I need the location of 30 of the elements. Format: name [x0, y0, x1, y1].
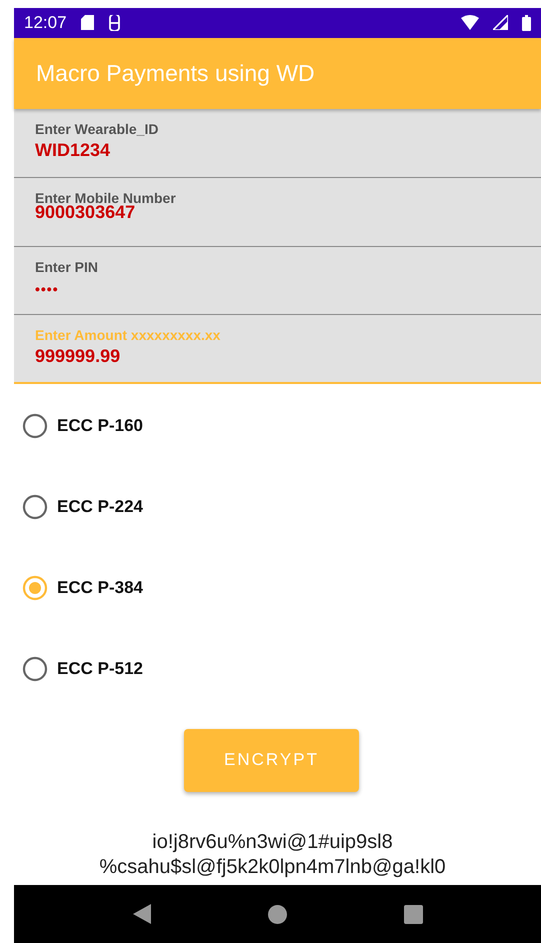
- radio-button[interactable]: [22, 494, 48, 520]
- back-icon[interactable]: [132, 904, 150, 924]
- field-label: Enter Wearable_ID: [35, 121, 160, 138]
- status-time: 12:07: [24, 12, 67, 33]
- radio-label[interactable]: ECC P-160: [57, 412, 143, 439]
- radio-button[interactable]: [22, 574, 48, 601]
- radio-button[interactable]: [22, 656, 48, 682]
- app-title: Macro Payments using WD: [36, 60, 315, 88]
- field-value: WID1234: [35, 140, 112, 162]
- input-field[interactable]: Enter PIN ••••: [14, 246, 541, 316]
- input-field[interactable]: Enter Amount xxxxxxxxx.xx 999999.99: [14, 315, 541, 384]
- radio-button[interactable]: [22, 412, 48, 439]
- battery-icon: [522, 14, 531, 31]
- sd-card-icon: [80, 15, 94, 30]
- cipher-text: io!j8rv6u%n3wi@1#uip9sl8: [152, 830, 393, 855]
- field-label: Enter PIN: [35, 258, 100, 275]
- radio-label[interactable]: ECC P-384: [57, 574, 143, 601]
- cipher-text: %csahu$sl@fj5k2k0lpn4m7lnb@ga!kl0: [99, 854, 446, 880]
- radio-label[interactable]: ECC P-224: [57, 494, 143, 520]
- input-field[interactable]: Enter Mobile Number 9000303647: [14, 178, 541, 247]
- radio-label[interactable]: ECC P-512: [57, 656, 143, 682]
- notification-icon: [108, 14, 121, 31]
- field-label: Enter Amount xxxxxxxxx.xx: [35, 327, 222, 344]
- recents-icon[interactable]: [404, 904, 422, 924]
- field-value: ••••: [35, 280, 60, 297]
- signal-icon: [493, 15, 508, 30]
- home-icon[interactable]: [268, 904, 286, 924]
- input-field[interactable]: Enter Wearable_ID WID1234: [14, 109, 541, 178]
- field-value: 999999.99: [35, 346, 122, 368]
- wifi-icon: [461, 15, 479, 30]
